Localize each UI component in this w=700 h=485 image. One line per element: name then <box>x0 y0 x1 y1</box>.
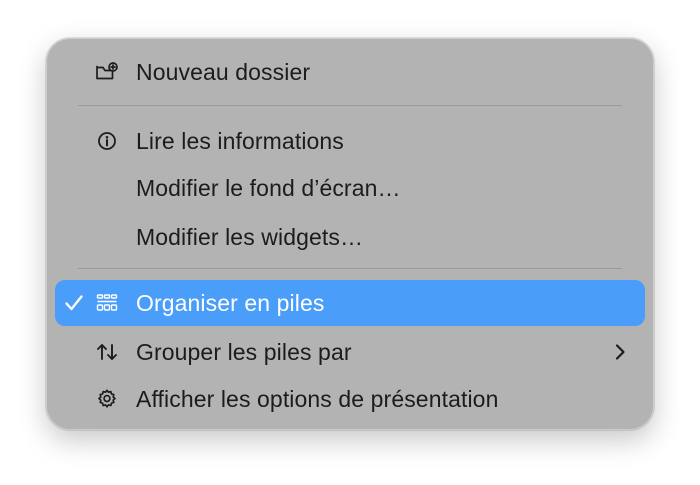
menu-item-label: Modifier les widgets… <box>136 223 364 250</box>
menu-item-label: Nouveau dossier <box>136 58 311 85</box>
stacks-icon <box>95 280 119 326</box>
menu-item-show-view-options[interactable]: Afficher les options de présentation <box>55 376 645 422</box>
menu-item-new-folder[interactable]: Nouveau dossier <box>55 49 645 95</box>
menu-item-use-stacks[interactable]: Organiser en piles <box>55 280 645 326</box>
menu-item-label: Grouper les piles par <box>136 338 352 365</box>
menu-item-change-wallpaper[interactable]: Modifier le fond d’écran… <box>55 165 645 211</box>
menu-separator <box>78 105 622 106</box>
menu-item-label: Organiser en piles <box>136 289 325 316</box>
new-folder-icon <box>95 49 119 95</box>
menu-item-group-stacks-by[interactable]: Grouper les piles par <box>55 329 645 375</box>
chevron-right-icon <box>613 329 627 375</box>
context-menu: Nouveau dossier Lire les informations Mo… <box>46 38 654 430</box>
menu-item-label: Lire les informations <box>136 127 344 154</box>
info-icon <box>95 118 119 164</box>
menu-item-label: Modifier le fond d’écran… <box>136 174 401 201</box>
gear-icon <box>95 376 119 422</box>
menu-item-get-info[interactable]: Lire les informations <box>55 118 645 164</box>
sort-arrows-icon <box>95 329 119 375</box>
checkmark-icon <box>63 280 85 326</box>
menu-item-edit-widgets[interactable]: Modifier les widgets… <box>55 214 645 260</box>
menu-separator <box>78 268 622 269</box>
menu-item-label: Afficher les options de présentation <box>136 385 499 412</box>
